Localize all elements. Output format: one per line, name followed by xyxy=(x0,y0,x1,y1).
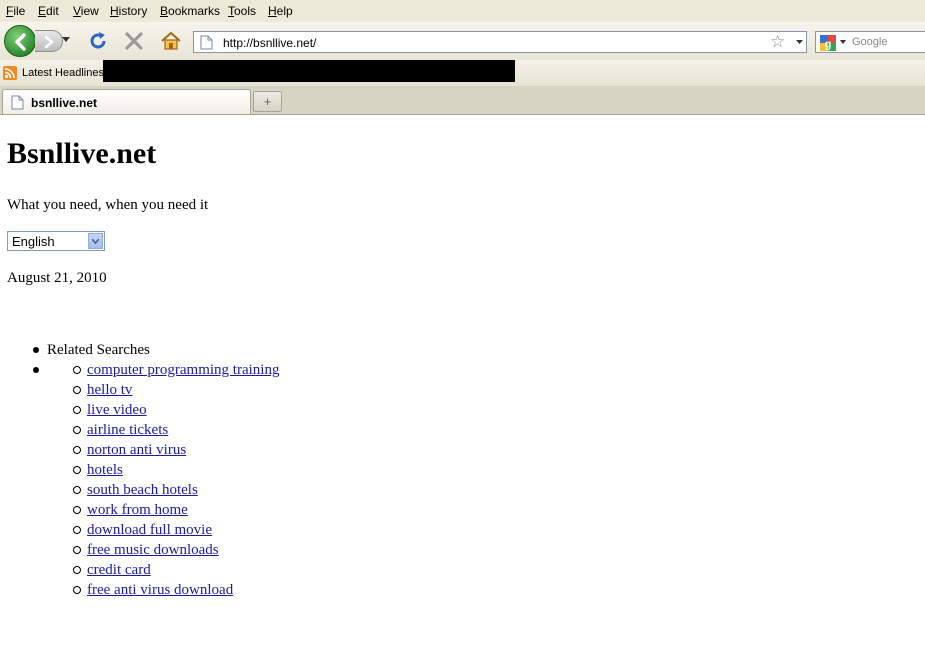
menu-help[interactable]: Help xyxy=(268,4,293,18)
link-live-video[interactable]: live video xyxy=(87,402,147,418)
url-dropdown-icon[interactable] xyxy=(796,40,803,44)
link-free-music-downloads[interactable]: free music downloads xyxy=(87,542,219,558)
forward-button[interactable] xyxy=(35,30,63,52)
tab-page-icon xyxy=(11,95,24,110)
navigation-toolbar: http://bsnllive.net/ ☆ g Google xyxy=(0,22,925,61)
list-item: live video xyxy=(87,402,147,419)
related-searches-heading: Related Searches xyxy=(47,342,150,358)
list-bullet xyxy=(33,347,39,353)
tagline: What you need, when you need it xyxy=(7,197,209,213)
search-placeholder: Google xyxy=(852,36,888,48)
link-norton-anti-virus[interactable]: norton anti virus xyxy=(87,442,186,458)
sub-list-bullet xyxy=(73,386,81,394)
menu-bookmarks[interactable]: Bookmarks xyxy=(160,4,220,18)
site-title: Bsnllive.net xyxy=(7,137,157,170)
list-bullet xyxy=(33,367,39,373)
language-selected-value: English xyxy=(12,234,55,249)
language-dropdown-button[interactable] xyxy=(88,233,103,249)
sub-list-bullet xyxy=(73,586,81,594)
search-engine-dropdown-icon[interactable] xyxy=(840,40,846,44)
sub-list-bullet xyxy=(73,486,81,494)
reload-icon[interactable] xyxy=(88,31,108,51)
list-item: free music downloads xyxy=(87,542,219,559)
menu-history[interactable]: History xyxy=(110,4,147,18)
url-text[interactable]: http://bsnllive.net/ xyxy=(223,36,316,50)
sub-list-bullet xyxy=(73,546,81,554)
link-free-anti-virus-download[interactable]: free anti virus download xyxy=(87,582,233,598)
language-select[interactable]: English xyxy=(7,231,105,251)
menu-view[interactable]: View xyxy=(73,4,99,18)
home-icon[interactable] xyxy=(160,31,182,51)
link-hotels[interactable]: hotels xyxy=(87,462,123,478)
list-item: work from home xyxy=(87,502,188,519)
link-hello-tv[interactable]: hello tv xyxy=(87,382,132,398)
menu-tools[interactable]: Tools xyxy=(228,4,256,18)
address-bar[interactable]: http://bsnllive.net/ ☆ xyxy=(193,31,807,53)
back-button[interactable] xyxy=(4,25,36,57)
page-date: August 21, 2010 xyxy=(7,270,107,286)
list-item: airline tickets xyxy=(87,422,168,439)
back-arrow-icon xyxy=(15,33,26,51)
bookmarks-toolbar: Latest Headlines xyxy=(0,60,925,87)
link-credit-card[interactable]: credit card xyxy=(87,562,151,578)
google-icon: g xyxy=(820,35,836,51)
list-item: computer programming training xyxy=(87,362,279,379)
sub-list-bullet xyxy=(73,566,81,574)
list-item: norton anti virus xyxy=(87,442,186,459)
page-content: Bsnllive.net What you need, when you nee… xyxy=(0,115,925,660)
menu-file[interactable]: File xyxy=(6,4,25,18)
link-airline-tickets[interactable]: airline tickets xyxy=(87,422,168,438)
sub-list-bullet xyxy=(73,446,81,454)
bookmark-star-icon[interactable]: ☆ xyxy=(770,33,785,51)
list-item: hotels xyxy=(87,462,123,479)
chevron-down-icon xyxy=(92,239,99,244)
sub-list-bullet xyxy=(73,466,81,474)
list-item: free anti virus download xyxy=(87,582,233,599)
link-work-from-home[interactable]: work from home xyxy=(87,502,188,518)
tab-strip: bsnllive.net + xyxy=(0,86,925,115)
bookmark-latest-headlines[interactable]: Latest Headlines xyxy=(22,67,104,79)
search-bar[interactable]: g Google xyxy=(815,31,925,53)
link-download-full-movie[interactable]: download full movie xyxy=(87,522,212,538)
menu-bar: File Edit View History Bookmarks Tools H… xyxy=(0,0,925,23)
sub-list-bullet xyxy=(73,426,81,434)
page-icon xyxy=(200,35,213,50)
list-item: hello tv xyxy=(87,382,132,399)
sub-list-bullet xyxy=(73,506,81,514)
list-item: download full movie xyxy=(87,522,212,539)
list-item: south beach hotels xyxy=(87,482,198,499)
tab-title: bsnllive.net xyxy=(31,96,98,110)
new-tab-button[interactable]: + xyxy=(253,91,282,112)
sub-list-bullet xyxy=(73,366,81,374)
forward-arrow-icon xyxy=(44,35,54,49)
sub-list-bullet xyxy=(73,406,81,414)
list-item: credit card xyxy=(87,562,151,579)
stop-icon[interactable] xyxy=(124,31,144,51)
sub-list-bullet xyxy=(73,526,81,534)
rss-feed-icon xyxy=(3,66,17,80)
redacted-bookmarks-area xyxy=(103,60,515,82)
tab-bsnllive[interactable]: bsnllive.net xyxy=(2,89,251,114)
link-south-beach-hotels[interactable]: south beach hotels xyxy=(87,482,198,498)
link-computer-programming-training[interactable]: computer programming training xyxy=(87,362,279,378)
history-dropdown-icon[interactable] xyxy=(62,37,70,42)
svg-text:g: g xyxy=(825,39,832,51)
menu-edit[interactable]: Edit xyxy=(38,4,59,18)
